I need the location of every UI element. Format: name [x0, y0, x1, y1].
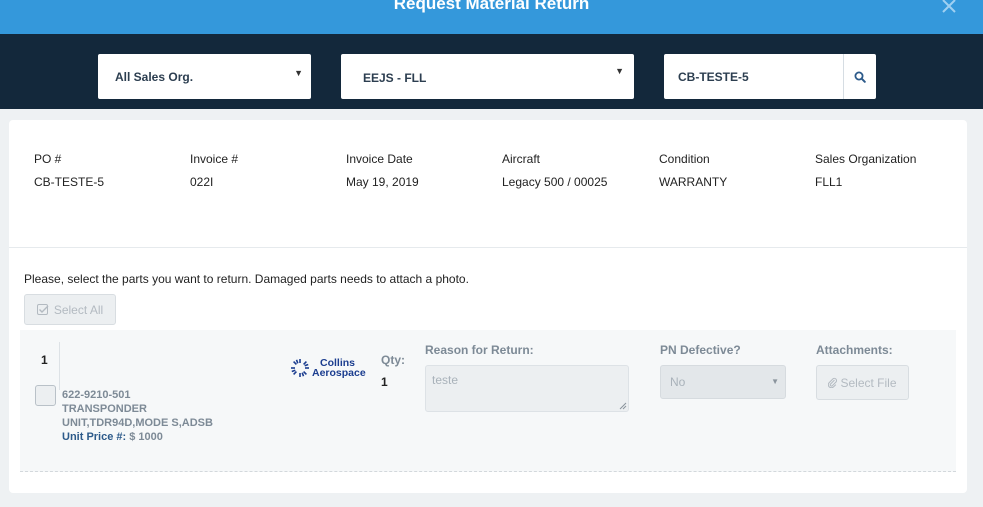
aircraft-label: Aircraft [502, 152, 541, 166]
invoice-value: 022I [190, 175, 214, 189]
modal-header: Request Material Return [0, 0, 983, 34]
po-label: PO # [34, 152, 62, 166]
invoice-date-value: May 19, 2019 [346, 175, 419, 189]
aircraft-value: Legacy 500 / 00025 [502, 175, 608, 189]
select-all-button[interactable]: Select All [24, 294, 116, 325]
caret-down-icon: ▼ [771, 377, 779, 386]
aircraft-field: Aircraft Legacy 500 / 00025 [502, 152, 607, 189]
caret-down-icon: ▼ [615, 66, 624, 76]
invoice-date-label: Invoice Date [346, 152, 413, 166]
pn-defective-label: PN Defective? [660, 343, 741, 357]
sales-org-value: All Sales Org. [115, 70, 194, 84]
unit-price: Unit Price #: $ 1000 [62, 431, 163, 443]
collins-logo-icon [291, 359, 309, 377]
check-icon [36, 304, 49, 315]
item-checkbox[interactable] [35, 385, 56, 406]
select-file-label: Select File [840, 375, 897, 390]
modal-title: Request Material Return [393, 0, 590, 13]
customer-value: EEJS - FLL [363, 71, 427, 85]
list-item: 1 622-9210-501 TRANSPONDER UNIT,TDR94D,M… [20, 330, 956, 472]
filter-bar: All Sales Org. ▼ EEJS - FLL ▼ [0, 34, 983, 109]
select-file-button[interactable]: Select File [816, 365, 909, 400]
part-number: 622-9210-501 [62, 389, 131, 401]
pn-defective-value: No [670, 375, 686, 389]
close-button[interactable] [939, 0, 959, 16]
item-divider [59, 342, 60, 390]
caret-down-icon: ▼ [294, 68, 303, 78]
collins-aerospace-logo: Collins Aerospace [290, 358, 366, 378]
invoice-field: Invoice # 022I [190, 152, 238, 189]
reason-textarea[interactable]: teste [425, 365, 629, 412]
unit-price-label: Unit Price #: [62, 431, 127, 443]
search-icon [854, 71, 866, 83]
invoice-label: Invoice # [190, 152, 239, 166]
reason-label: Reason for Return: [425, 343, 534, 357]
invoice-date-field: Invoice Date May 19, 2019 [346, 152, 419, 189]
condition-value: WARRANTY [659, 175, 728, 189]
logo-line-2: Aerospace [312, 367, 366, 379]
resize-handle-icon[interactable] [619, 402, 627, 410]
pn-defective-select[interactable]: No ▼ [660, 365, 786, 399]
po-field: PO # CB-TESTE-5 [34, 152, 104, 189]
select-all-label: Select All [53, 302, 104, 317]
sales-org-field: Sales Organization FLL1 [815, 152, 916, 189]
qty-label: Qty: [381, 353, 405, 367]
attachments-label: Attachments: [816, 343, 893, 357]
po-value: CB-TESTE-5 [34, 175, 105, 189]
item-number: 1 [41, 353, 48, 367]
divider [9, 247, 967, 248]
unit-price-value: $ 1000 [129, 431, 163, 443]
qty-value: 1 [381, 375, 388, 389]
condition-label: Condition [659, 152, 710, 166]
part-description: TRANSPONDER UNIT,TDR94D,MODE S,ADSB [62, 403, 213, 429]
sales-org-select[interactable]: All Sales Org. ▼ [98, 54, 311, 99]
customer-select[interactable]: EEJS - FLL ▼ [341, 54, 634, 99]
condition-field: Condition WARRANTY [659, 152, 727, 189]
search-box [664, 54, 876, 99]
search-input[interactable] [664, 54, 844, 99]
close-icon [942, 0, 956, 13]
sales-org-info-value: FLL1 [815, 175, 843, 189]
instructions-text: Please, select the parts you want to ret… [24, 272, 469, 286]
return-card: PO # CB-TESTE-5 Invoice # 022I Invoice D… [9, 120, 967, 493]
search-button[interactable] [843, 54, 876, 99]
paperclip-icon [828, 377, 838, 388]
sales-org-label: Sales Organization [815, 152, 917, 166]
